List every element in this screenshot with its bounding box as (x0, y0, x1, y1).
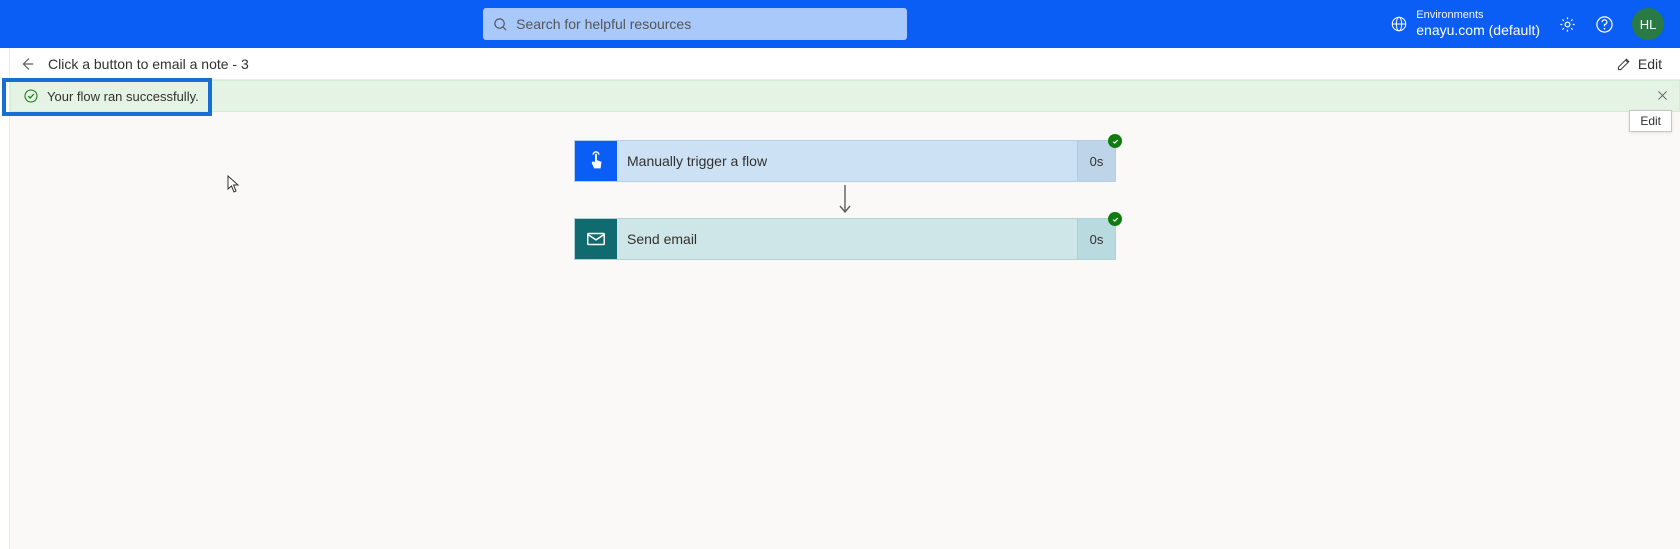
step-icon (575, 141, 617, 181)
edit-button[interactable]: Edit (1616, 56, 1662, 72)
avatar-initials: HL (1640, 17, 1657, 32)
help-icon (1595, 15, 1614, 34)
check-icon (1111, 215, 1120, 224)
flow-canvas: Manually trigger a flow 0s (10, 112, 1680, 549)
close-icon (1656, 89, 1669, 102)
environment-name: enayu.com (default) (1416, 22, 1540, 39)
check-circle-icon (23, 88, 39, 104)
step-icon (575, 219, 617, 259)
app-header: Environments enayu.com (default) HL (0, 0, 1680, 48)
search-input[interactable] (516, 16, 897, 32)
mail-icon (585, 228, 607, 250)
step-label: Send email (617, 219, 1077, 259)
touch-icon (585, 150, 607, 172)
help-button[interactable] (1595, 15, 1614, 34)
collapsed-sidebar[interactable] (0, 48, 10, 549)
banner-text: Your flow ran successfully. (47, 89, 199, 104)
step-success-badge (1108, 134, 1122, 148)
search-wrap (16, 8, 1374, 40)
step-label: Manually trigger a flow (617, 141, 1077, 181)
step-timing: 0s (1077, 219, 1115, 259)
step-success-badge (1108, 212, 1122, 226)
step-timing: 0s (1077, 141, 1115, 181)
environment-label: Environments (1416, 9, 1540, 22)
back-button[interactable] (18, 55, 36, 73)
banner-close[interactable] (1656, 89, 1669, 105)
breadcrumb-bar: Click a button to email a note - 3 Edit (10, 48, 1680, 80)
flow-connector (835, 182, 855, 218)
flow-step-send-email[interactable]: Send email 0s (574, 218, 1116, 260)
environment-selector[interactable]: Environments enayu.com (default) (1390, 9, 1540, 39)
arrow-left-icon (18, 55, 36, 73)
arrow-down-icon (835, 183, 855, 217)
edit-tooltip: Edit (1629, 110, 1672, 132)
check-icon (1111, 137, 1120, 146)
search-icon (493, 17, 508, 32)
header-right: Environments enayu.com (default) HL (1390, 8, 1664, 40)
gear-icon (1558, 15, 1577, 34)
globe-icon (1390, 15, 1408, 33)
avatar[interactable]: HL (1632, 8, 1664, 40)
flow-step-trigger[interactable]: Manually trigger a flow 0s (574, 140, 1116, 182)
search-box[interactable] (483, 8, 907, 40)
edit-label: Edit (1638, 56, 1662, 72)
success-banner: Your flow ran successfully. (10, 80, 1680, 112)
pencil-icon (1616, 56, 1632, 72)
settings-button[interactable] (1558, 15, 1577, 34)
breadcrumb-title: Click a button to email a note - 3 (48, 56, 249, 72)
